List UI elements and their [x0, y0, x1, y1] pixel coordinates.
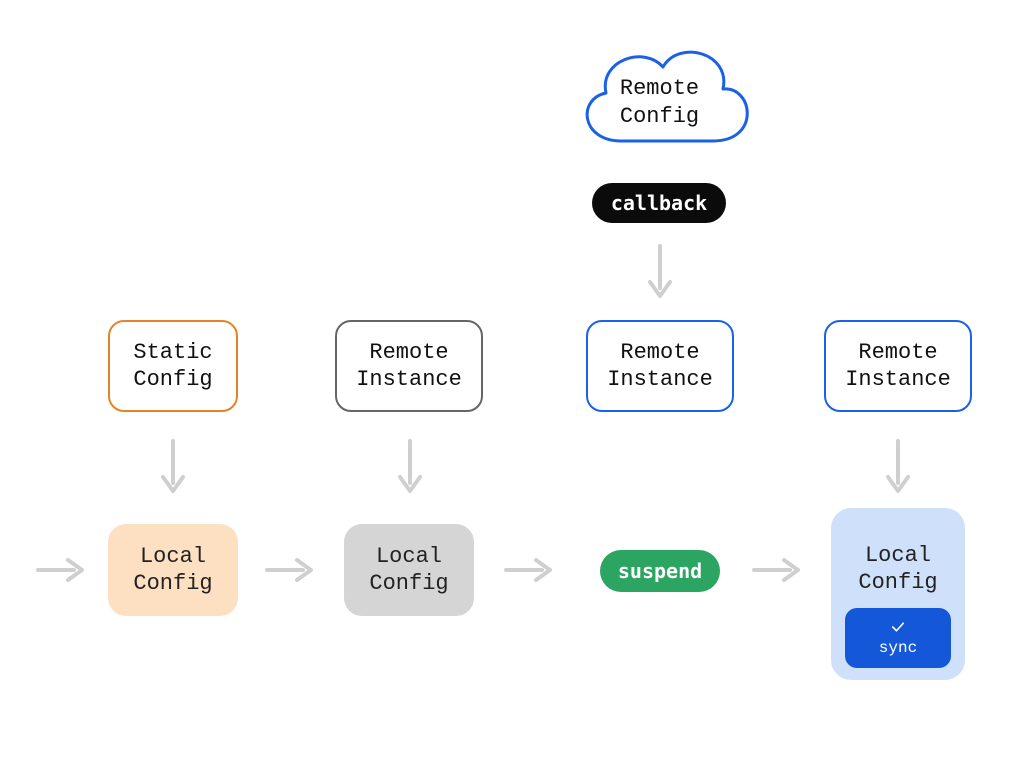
cloud-remote-config: Remote Config — [561, 31, 758, 166]
card-static-config: Static Config — [108, 320, 238, 412]
pill-suspend: suspend — [600, 550, 720, 592]
arrow-into-local1 — [36, 556, 88, 584]
sync-badge-label: sync — [879, 638, 917, 658]
card-static-config-label: Static Config — [133, 339, 212, 394]
check-icon — [889, 618, 907, 636]
blob-local-config-3: Local Config sync — [831, 508, 965, 680]
blob-local-config-1-label: Local Config — [133, 543, 212, 598]
card-remote-instance-3-label: Remote Instance — [845, 339, 951, 394]
arrow-static-to-local1 — [159, 439, 187, 497]
card-remote-instance-3: Remote Instance — [824, 320, 972, 412]
pill-callback: callback — [592, 183, 726, 223]
card-remote-instance-1-label: Remote Instance — [356, 339, 462, 394]
cloud-label: Remote Config — [620, 75, 699, 130]
arrow-cloud-to-remote2 — [646, 244, 674, 302]
card-remote-instance-2-label: Remote Instance — [607, 339, 713, 394]
arrow-suspend-to-local3 — [752, 556, 804, 584]
card-remote-instance-1: Remote Instance — [335, 320, 483, 412]
blob-local-config-3-label: Local Config — [858, 542, 937, 597]
arrow-local1-to-local2 — [265, 556, 317, 584]
blob-local-config-2-label: Local Config — [369, 543, 448, 598]
card-remote-instance-2: Remote Instance — [586, 320, 734, 412]
arrow-remote3-to-local3 — [884, 439, 912, 497]
blob-local-config-1: Local Config — [108, 524, 238, 616]
blob-local-config-2: Local Config — [344, 524, 474, 616]
arrow-local2-to-suspend — [504, 556, 556, 584]
sync-badge: sync — [845, 608, 951, 668]
arrow-remote1-to-local2 — [396, 439, 424, 497]
pill-callback-label: callback — [611, 191, 707, 215]
pill-suspend-label: suspend — [618, 559, 702, 583]
